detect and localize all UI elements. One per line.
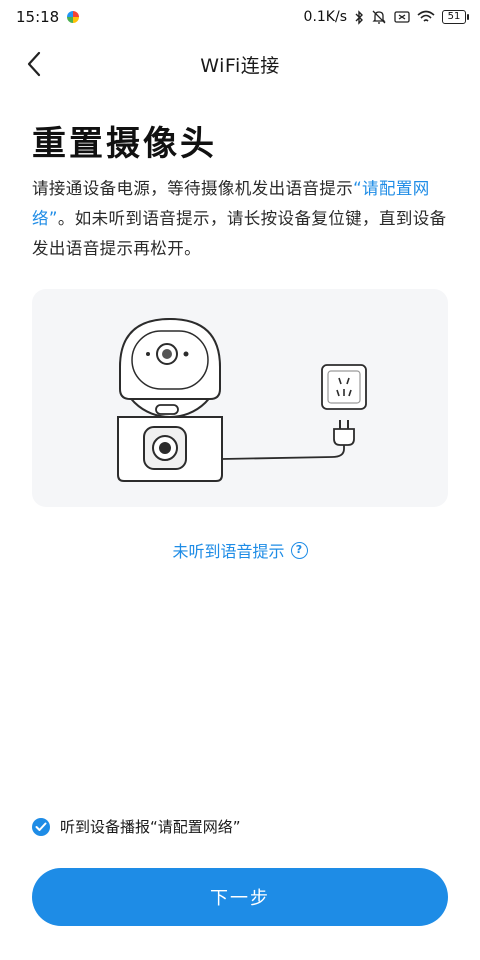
- instruction-text: 请接通设备电源，等待摄像机发出语音提示“请配置网络”。如未听到语音提示，请长按设…: [32, 174, 450, 264]
- question-circle-icon: ?: [290, 541, 308, 559]
- page-title: WiFi连接: [200, 54, 280, 77]
- confirm-voice-checkbox[interactable]: 听到设备播报“请配置网络”: [32, 816, 241, 837]
- mute-icon: [371, 9, 387, 25]
- confirm-label: 听到设备播报“请配置网络”: [60, 818, 241, 836]
- battery-icon: 51: [442, 10, 469, 24]
- network-speed: 0.1K/s: [303, 9, 347, 25]
- section-heading: 重置摄像头: [32, 124, 217, 164]
- back-button[interactable]: [18, 48, 50, 80]
- status-time: 15:18: [16, 8, 60, 26]
- header: WiFi连接: [0, 36, 480, 92]
- status-bar: 15:18 0.1K/s 51: [0, 0, 480, 34]
- checkbox-checked-icon: [32, 817, 50, 836]
- no-voice-prompt-help-link[interactable]: 未听到语音提示 ?: [0, 538, 480, 562]
- bluetooth-icon: [354, 9, 364, 25]
- chevron-left-icon: [27, 51, 41, 77]
- instruction-text-part2: 。如未听到语音提示，请长按设备复位键，直到设备发出语音提示再松开。: [32, 209, 447, 258]
- reset-illustration: [32, 289, 448, 507]
- help-link-label: 未听到语音提示: [172, 542, 285, 561]
- next-button[interactable]: 下一步: [32, 868, 448, 926]
- app-notification-icon: [67, 11, 80, 23]
- camera-plug-illustration: [117, 317, 367, 482]
- instruction-text-part1: 请接通设备电源，等待摄像机发出语音提示: [32, 179, 354, 198]
- sim-off-icon: [394, 10, 410, 24]
- wifi-icon: [417, 10, 435, 24]
